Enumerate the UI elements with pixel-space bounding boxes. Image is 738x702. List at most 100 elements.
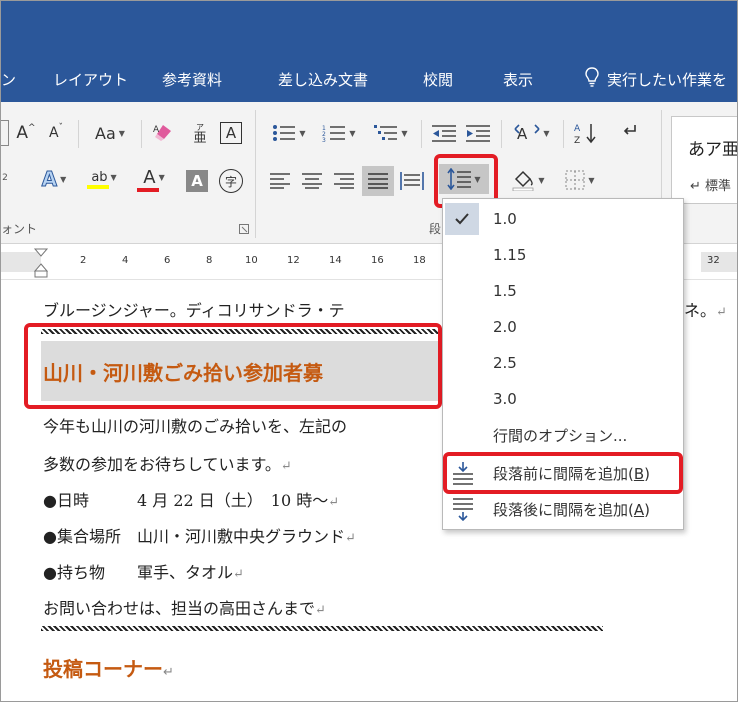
- text-effects-button[interactable]: A ▼: [31, 166, 77, 192]
- space-after-icon: [453, 498, 473, 521]
- borders-button[interactable]: ▼: [557, 166, 603, 194]
- body-text-line: お問い合わせは、担当の高田さんまで↵: [43, 599, 326, 618]
- distributed-button[interactable]: [398, 168, 426, 194]
- clear-formatting-button[interactable]: A: [151, 120, 177, 146]
- body-text-line: ●集合場所 山川・河川敷中央グラウンド↵: [43, 527, 356, 546]
- menu-item-spacing-2-5[interactable]: 2.5: [443, 345, 683, 381]
- paint-bucket-icon: [513, 170, 534, 191]
- menu-item-spacing-3-0[interactable]: 3.0: [443, 381, 683, 417]
- superscript-button[interactable]: 2: [1, 168, 9, 188]
- multilevel-list-button[interactable]: ▼: [367, 120, 415, 146]
- font-color-button[interactable]: A ▼: [131, 164, 177, 194]
- chevron-down-icon: ▼: [60, 174, 67, 184]
- align-center-button[interactable]: [299, 168, 325, 194]
- tab-view[interactable]: 表示: [503, 69, 533, 90]
- svg-text:A: A: [574, 124, 581, 134]
- menu-item-spacing-1-15[interactable]: 1.15: [443, 237, 683, 273]
- decrease-indent-button[interactable]: [429, 120, 459, 146]
- grow-font-button[interactable]: A ^: [15, 120, 37, 146]
- body-text-line: 今年も山川の河川敷のごみ拾いを、左記の: [43, 417, 348, 436]
- heading-title-2: 投稿コーナー↵: [43, 657, 174, 681]
- menu-item-add-space-after[interactable]: 段落後に間隔を追加(A): [443, 491, 683, 527]
- shrink-font-button[interactable]: Aˇ: [45, 120, 67, 146]
- body-text-line-tail: ネ。↵: [684, 301, 727, 320]
- align-right-icon: [334, 173, 354, 189]
- ruler-tick: 6: [164, 255, 171, 266]
- style-preview-text: あア亜: [688, 140, 738, 160]
- phonetic-guide-button[interactable]: ア 亜: [189, 120, 211, 146]
- ruler-tick: 32: [707, 255, 720, 266]
- numbering-button[interactable]: 123 ▼: [315, 120, 363, 146]
- font-color-swatch: [137, 187, 159, 192]
- tell-me-search[interactable]: 実行したい作業を: [607, 69, 727, 90]
- font-group-label: ォント: [1, 222, 38, 236]
- show-formatting-marks-button[interactable]: [615, 120, 645, 146]
- chevron-down-icon: ▼: [543, 128, 550, 138]
- borders-icon: [565, 170, 585, 190]
- change-case-button[interactable]: Aa ▼: [87, 120, 133, 146]
- ruler-tick: 16: [371, 255, 384, 266]
- heading-highlight-callout: [24, 323, 442, 409]
- ruler-tick: 2: [80, 255, 87, 266]
- lightbulb-icon: [585, 67, 599, 87]
- character-border-button[interactable]: A: [220, 122, 242, 144]
- paragraph-group-label: 段: [429, 222, 442, 236]
- ruler-tick: 8: [206, 255, 213, 266]
- chevron-down-icon: ▼: [118, 128, 125, 138]
- align-left-button[interactable]: [267, 168, 293, 194]
- wavy-border: [41, 626, 603, 631]
- tab-review[interactable]: 校閲: [423, 69, 453, 90]
- svg-text:3: 3: [322, 137, 326, 143]
- chevron-down-icon: ▼: [588, 175, 595, 185]
- increase-indent-button[interactable]: [463, 120, 493, 146]
- tab-insert[interactable]: ン: [1, 69, 16, 90]
- svg-text:Z: Z: [574, 136, 580, 144]
- indent-marker-icon[interactable]: [34, 248, 48, 278]
- font-size-box[interactable]: [1, 120, 9, 146]
- dialog-launcher-icon[interactable]: [239, 224, 249, 234]
- chevron-down-icon: ▼: [110, 172, 117, 182]
- text-direction-button[interactable]: A ▼: [509, 120, 555, 146]
- ruler-tick: 18: [413, 255, 426, 266]
- chevron-down-icon: ▼: [349, 128, 356, 138]
- character-shading-button[interactable]: A: [186, 170, 208, 192]
- align-center-icon: [302, 173, 322, 189]
- ruler-tick: 12: [287, 255, 300, 266]
- svg-text:A: A: [153, 125, 160, 135]
- highlight-color-button[interactable]: ab ▼: [81, 164, 127, 194]
- multilevel-list-icon: [374, 125, 398, 140]
- tab-mailings[interactable]: 差し込み文書: [278, 69, 368, 90]
- checkmark-icon: [445, 203, 479, 235]
- word-window: ン レイアウト 参考資料 差し込み文書 校閲 表示 実行したい作業を A ^ Aˇ…: [0, 0, 738, 702]
- menu-item-spacing-1-5[interactable]: 1.5: [443, 273, 683, 309]
- chevron-down-icon: ▼: [299, 128, 306, 138]
- highlight-color-swatch: [87, 184, 109, 189]
- outdent-icon: [432, 125, 456, 142]
- menu-item-spacing-1-0[interactable]: 1.0: [443, 201, 683, 237]
- bullet-list-icon: [273, 125, 296, 141]
- space-before-callout: [443, 452, 683, 494]
- align-left-icon: [270, 173, 290, 189]
- chevron-down-icon: ▼: [538, 175, 545, 185]
- svg-text:A: A: [517, 125, 528, 143]
- sort-button[interactable]: AZ: [571, 120, 601, 146]
- tab-layout[interactable]: レイアウト: [53, 69, 128, 90]
- shading-button[interactable]: ▼: [505, 166, 551, 194]
- style-gallery-normal[interactable]: あア亜 ↵ 標準: [671, 116, 738, 204]
- text-direction-icon: A: [514, 124, 540, 143]
- align-justify-icon: [368, 173, 388, 189]
- paragraph-mark-icon: [623, 125, 636, 135]
- ruler-tick: 4: [122, 255, 129, 266]
- enclose-characters-button[interactable]: 字: [219, 169, 243, 193]
- justify-button[interactable]: [362, 166, 394, 196]
- tab-references[interactable]: 参考資料: [162, 69, 222, 90]
- align-right-button[interactable]: [331, 168, 357, 194]
- style-name-label: ↵ 標準: [690, 179, 732, 194]
- body-text-line: ●日時 4 月 22 日（土） 10 時～↵: [43, 491, 340, 510]
- menu-item-line-spacing-options[interactable]: 行間のオプション...: [443, 417, 683, 453]
- body-text-line: ●持ち物 軍手、タオル↵: [43, 563, 244, 582]
- body-text-line: ブルージンジャー。ディコリサンドラ・テ: [43, 301, 345, 320]
- ruler-tick: 10: [245, 255, 258, 266]
- menu-item-spacing-2-0[interactable]: 2.0: [443, 309, 683, 345]
- bullets-button[interactable]: ▼: [267, 120, 311, 146]
